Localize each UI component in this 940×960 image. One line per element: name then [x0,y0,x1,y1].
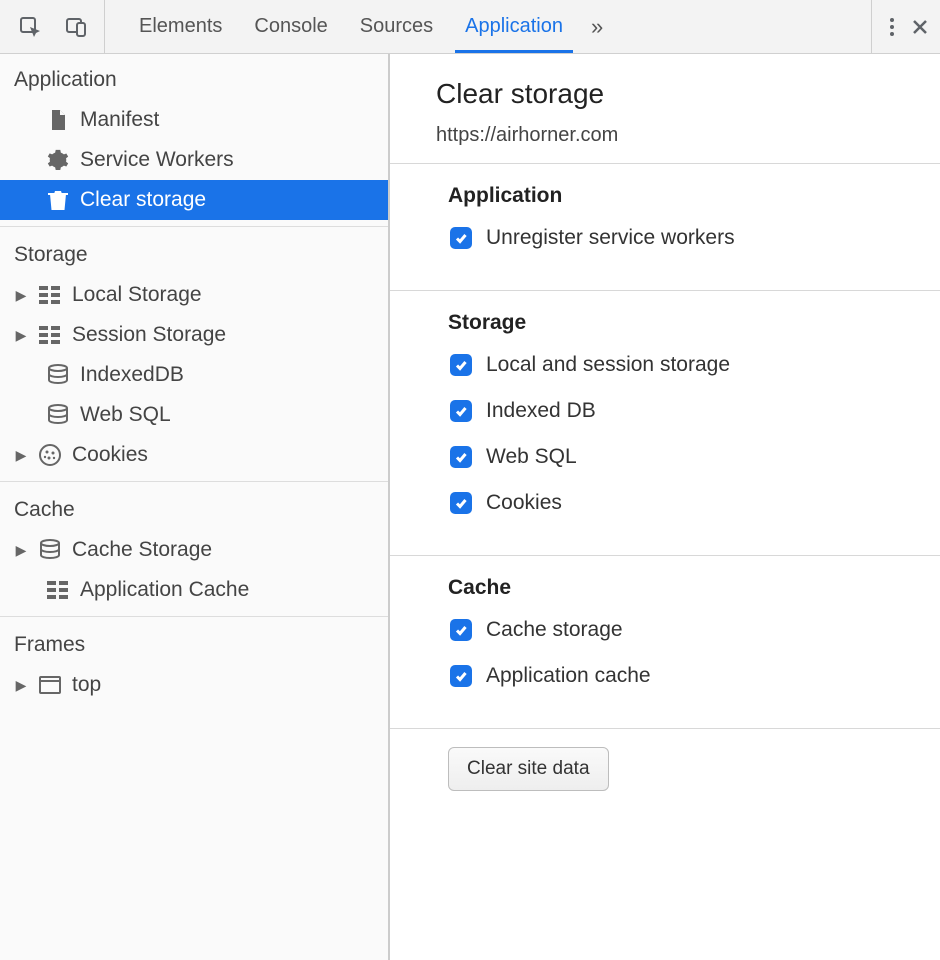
tabs-overflow-button[interactable]: » [579,0,615,53]
sidebar-divider [0,616,388,617]
sidebar-item-label: Service Workers [80,148,374,172]
db-icon [46,403,70,427]
storage-option-group: Application Unregister service workers [390,163,940,290]
kebab-menu-icon[interactable] [882,17,902,37]
checkbox-label: Local and session storage [486,353,730,377]
sidebar-item-label: IndexedDB [80,363,374,387]
db-icon [38,538,62,562]
tab-label: Console [254,15,327,38]
application-sidebar: Application Manifest Service Workers Clear … [0,54,390,960]
inspect-element-icon[interactable] [10,7,50,47]
checkbox-label: Cache storage [486,618,623,642]
checkbox-label: Web SQL [486,445,577,469]
tabbar-left-controls [10,0,105,53]
tab-elements[interactable]: Elements [123,0,238,53]
checkbox-label: Cookies [486,491,562,515]
checkbox-checked-icon[interactable] [450,665,472,687]
checkbox-row[interactable]: Unregister service workers [450,226,910,250]
checkbox-row[interactable]: Cache storage [450,618,910,642]
storage-option-group: Cache Cache storage Application cache [390,555,940,728]
checkbox-row[interactable]: Cookies [450,491,910,515]
checkbox-checked-icon[interactable] [450,619,472,641]
sidebar-item-label: Manifest [80,108,374,132]
file-icon [46,108,70,132]
checkbox-checked-icon[interactable] [450,354,472,376]
checkbox-label: Application cache [486,664,651,688]
sidebar-divider [0,481,388,482]
tab-console[interactable]: Console [238,0,343,53]
sidebar-item[interactable]: ▶ Cookies [0,435,388,475]
checkbox-row[interactable]: Application cache [450,664,910,688]
sidebar-section-title: Cache [0,484,388,530]
checkbox-row[interactable]: Indexed DB [450,399,910,423]
cookie-icon [38,443,62,467]
close-devtools-icon[interactable] [910,17,930,37]
checkbox-label: Indexed DB [486,399,596,423]
expand-arrow-icon[interactable]: ▶ [14,287,28,304]
gear-icon [46,148,70,172]
sidebar-item-label: top [72,673,374,697]
clear-storage-panel: Clear storage https://airhorner.com Appl… [390,54,940,960]
clear-button-section: Clear site data [390,728,940,809]
sidebar-item-label: Web SQL [80,403,374,427]
panel-title: Clear storage [436,78,910,110]
storage-option-group: Storage Local and session storage Indexed … [390,290,940,555]
frame-icon [38,673,62,697]
sidebar-section-title: Application [0,54,388,100]
sidebar-item[interactable]: Service Workers [0,140,388,180]
checkbox-checked-icon[interactable] [450,446,472,468]
sidebar-item-label: Local Storage [72,283,374,307]
db-icon [46,363,70,387]
tab-sources[interactable]: Sources [344,0,449,53]
sidebar-divider [0,226,388,227]
panel-origin: https://airhorner.com [436,124,910,147]
sidebar-item[interactable]: Web SQL [0,395,388,435]
sidebar-item-label: Clear storage [80,188,374,212]
clear-site-data-button[interactable]: Clear site data [448,747,609,791]
checkbox-checked-icon[interactable] [450,492,472,514]
overflow-glyph: » [591,14,603,40]
sidebar-item[interactable]: Clear storage [0,180,388,220]
sidebar-section-title: Storage [0,229,388,275]
checkbox-row[interactable]: Web SQL [450,445,910,469]
grid-icon [46,578,70,602]
sidebar-item[interactable]: ▶ Session Storage [0,315,388,355]
group-title: Storage [448,311,910,335]
expand-arrow-icon[interactable]: ▶ [14,447,28,464]
checkbox-checked-icon[interactable] [450,227,472,249]
grid-icon [38,283,62,307]
expand-arrow-icon[interactable]: ▶ [14,327,28,344]
device-toggle-icon[interactable] [56,7,96,47]
group-title: Cache [448,576,910,600]
panel-header: Clear storage https://airhorner.com [390,54,940,163]
sidebar-section-title: Frames [0,619,388,665]
checkbox-label: Unregister service workers [486,226,735,250]
clear-site-data-label: Clear site data [467,758,590,779]
sidebar-item-label: Application Cache [80,578,374,602]
tabbar-right-controls [871,0,930,53]
checkbox-checked-icon[interactable] [450,400,472,422]
grid-icon [38,323,62,347]
devtools-tabbar: Elements Console Sources Application » [0,0,940,54]
sidebar-item[interactable]: Manifest [0,100,388,140]
sidebar-item-label: Cookies [72,443,374,467]
tab-application[interactable]: Application [449,0,579,53]
sidebar-item[interactable]: Application Cache [0,570,388,610]
devtools-tabs: Elements Console Sources Application [123,0,579,53]
sidebar-item-label: Session Storage [72,323,374,347]
sidebar-item[interactable]: IndexedDB [0,355,388,395]
sidebar-item[interactable]: ▶ top [0,665,388,705]
expand-arrow-icon[interactable]: ▶ [14,677,28,694]
sidebar-item[interactable]: ▶ Local Storage [0,275,388,315]
group-title: Application [448,184,910,208]
tab-label: Application [465,15,563,38]
tab-label: Elements [139,15,222,38]
expand-arrow-icon[interactable]: ▶ [14,542,28,559]
trash-icon [46,188,70,212]
sidebar-item-label: Cache Storage [72,538,374,562]
tab-label: Sources [360,15,433,38]
checkbox-row[interactable]: Local and session storage [450,353,910,377]
sidebar-item[interactable]: ▶ Cache Storage [0,530,388,570]
